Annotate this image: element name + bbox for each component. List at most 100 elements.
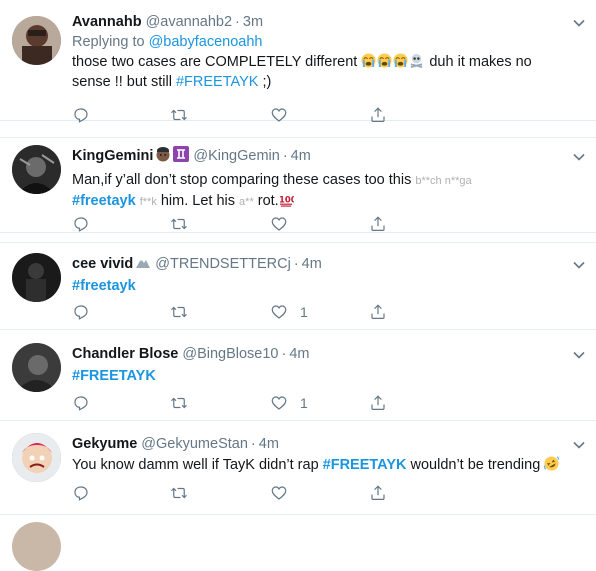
separator-dot: · xyxy=(282,148,288,164)
tweet-text-part: ;) xyxy=(258,74,272,90)
display-name[interactable]: Avannahb xyxy=(72,14,142,30)
display-name[interactable]: cee vivid xyxy=(72,256,133,272)
tweet[interactable]: Avannahb @avannahb2 · 3m Replying to @babyf… xyxy=(0,0,596,123)
tweet[interactable]: Chandler Blose @BingBlose10 · 4m #FREETAYK … xyxy=(0,333,596,421)
tweet-text: #freetayk xyxy=(72,276,586,296)
display-name[interactable]: KingGemini xyxy=(72,148,153,164)
tweet-text: Man,if y’all don’t stop comparing these … xyxy=(72,170,586,212)
tweet-header: KingGemini @KingGemin · 4m xyxy=(72,146,586,166)
display-name[interactable]: Chandler Blose xyxy=(72,346,178,362)
share-button[interactable] xyxy=(369,302,387,322)
hashtag-link[interactable]: #FREETAYK xyxy=(72,368,156,384)
separator-dot: · xyxy=(235,14,240,30)
separator-dot: · xyxy=(293,256,299,272)
tweet-actions: 1 xyxy=(72,302,492,322)
tweet-text-part: those two cases are COMPLETELY different xyxy=(72,54,362,70)
tweet-partial[interactable] xyxy=(0,515,596,571)
share-button[interactable] xyxy=(369,105,387,125)
tweet-text-part: You know damm well if TayK didn’t rap xyxy=(72,457,323,473)
hashtag-link[interactable]: #freetayk xyxy=(72,278,136,294)
like-button[interactable]: 1 xyxy=(270,302,308,322)
like-icon xyxy=(271,305,287,319)
tweet-text-part: duh it makes no xyxy=(425,54,532,70)
hashtag-link[interactable]: #FREETAYK xyxy=(323,457,407,473)
like-icon xyxy=(271,396,287,410)
avatar[interactable] xyxy=(12,16,61,65)
avatar[interactable] xyxy=(12,433,61,482)
tweet-header: Avannahb @avannahb2 · 3m xyxy=(72,12,586,32)
skull-crossbones-emoji-icon xyxy=(409,53,424,68)
tweet-text-part: him. Let his xyxy=(156,193,240,209)
replying-to: Replying to @babyfacenoahh xyxy=(72,32,586,52)
hashtag-link[interactable]: #FREETAYK xyxy=(176,74,258,90)
timestamp[interactable]: 4m xyxy=(259,436,279,452)
avatar[interactable] xyxy=(12,145,61,194)
username[interactable]: @BingBlose10 xyxy=(182,346,278,362)
reply-icon xyxy=(74,305,88,320)
chevron-down-icon[interactable] xyxy=(572,16,586,30)
share-icon xyxy=(371,304,385,319)
chevron-down-icon[interactable] xyxy=(572,258,586,272)
avatar[interactable] xyxy=(12,343,61,392)
crying-face-emoji-icon xyxy=(393,53,408,68)
timestamp[interactable]: 3m xyxy=(243,14,263,30)
reply-button[interactable] xyxy=(72,302,90,322)
retweet-icon xyxy=(171,487,187,499)
timeline: Avannahb @avannahb2 · 3m Replying to @babyf… xyxy=(0,0,596,571)
username[interactable]: @avannahb2 xyxy=(146,14,232,30)
tweet-actions: 1 xyxy=(72,393,492,413)
mention-link[interactable]: @babyfacenoahh xyxy=(149,34,263,50)
tweet-actions xyxy=(72,105,492,125)
tweet[interactable]: Gekyume @GekyumeStan · 4m You know damm wel… xyxy=(0,423,596,515)
chevron-down-icon[interactable] xyxy=(572,438,586,452)
reply-button[interactable] xyxy=(72,105,90,125)
avatar[interactable] xyxy=(12,253,61,302)
tweet[interactable]: KingGemini @KingGemin · 4m Man,if y’all don… xyxy=(0,137,596,233)
retweet-icon xyxy=(171,397,187,409)
reply-button[interactable] xyxy=(72,214,90,234)
tweet-actions xyxy=(72,214,492,234)
retweet-button[interactable] xyxy=(170,483,188,503)
retweet-button[interactable] xyxy=(170,393,188,413)
tweet-text: those two cases are COMPLETELY different… xyxy=(72,52,586,92)
retweet-button[interactable] xyxy=(170,214,188,234)
rolling-laughing-emoji-icon xyxy=(544,456,560,471)
reply-icon xyxy=(74,217,88,232)
like-button[interactable] xyxy=(270,483,288,503)
username[interactable]: @KingGemin xyxy=(193,148,279,164)
username[interactable]: @GekyumeStan xyxy=(141,436,248,452)
share-button[interactable] xyxy=(369,393,387,413)
tweet-text: You know damm well if TayK didn’t rap #F… xyxy=(72,455,586,475)
retweet-icon xyxy=(171,109,187,121)
reply-button[interactable] xyxy=(72,483,90,503)
reply-button[interactable] xyxy=(72,393,90,413)
tweet-text-part: wouldn’t be trending xyxy=(406,457,545,473)
retweet-button[interactable] xyxy=(170,302,188,322)
svg-text:100: 100 xyxy=(279,194,294,204)
share-button[interactable] xyxy=(369,214,387,234)
avatar[interactable] xyxy=(12,522,61,571)
reply-icon xyxy=(74,396,88,411)
like-icon xyxy=(271,486,287,500)
censored-text: f**k xyxy=(139,196,157,208)
retweet-button[interactable] xyxy=(170,105,188,125)
tweet[interactable]: cee vivid @TRENDSETTERCj · 4m #freetayk 1 xyxy=(0,242,596,330)
share-button[interactable] xyxy=(369,483,387,503)
like-button[interactable] xyxy=(270,105,288,125)
like-count: 1 xyxy=(300,304,308,320)
chevron-down-icon[interactable] xyxy=(572,150,586,164)
like-button[interactable]: 1 xyxy=(270,393,308,413)
chevron-down-icon[interactable] xyxy=(572,348,586,362)
display-name[interactable]: Gekyume xyxy=(72,436,137,452)
timestamp[interactable]: 4m xyxy=(291,148,311,164)
like-icon xyxy=(271,217,287,231)
like-button[interactable] xyxy=(270,214,288,234)
timestamp[interactable]: 4m xyxy=(302,256,322,272)
retweet-icon xyxy=(171,306,187,318)
retweet-icon xyxy=(171,218,187,230)
tweet-text-part: rot. xyxy=(253,193,279,209)
username[interactable]: @TRENDSETTERCj xyxy=(155,256,291,272)
timestamp[interactable]: 4m xyxy=(289,346,309,362)
hashtag-link[interactable]: #freetayk xyxy=(72,193,136,209)
replying-to-label: Replying to xyxy=(72,34,149,50)
